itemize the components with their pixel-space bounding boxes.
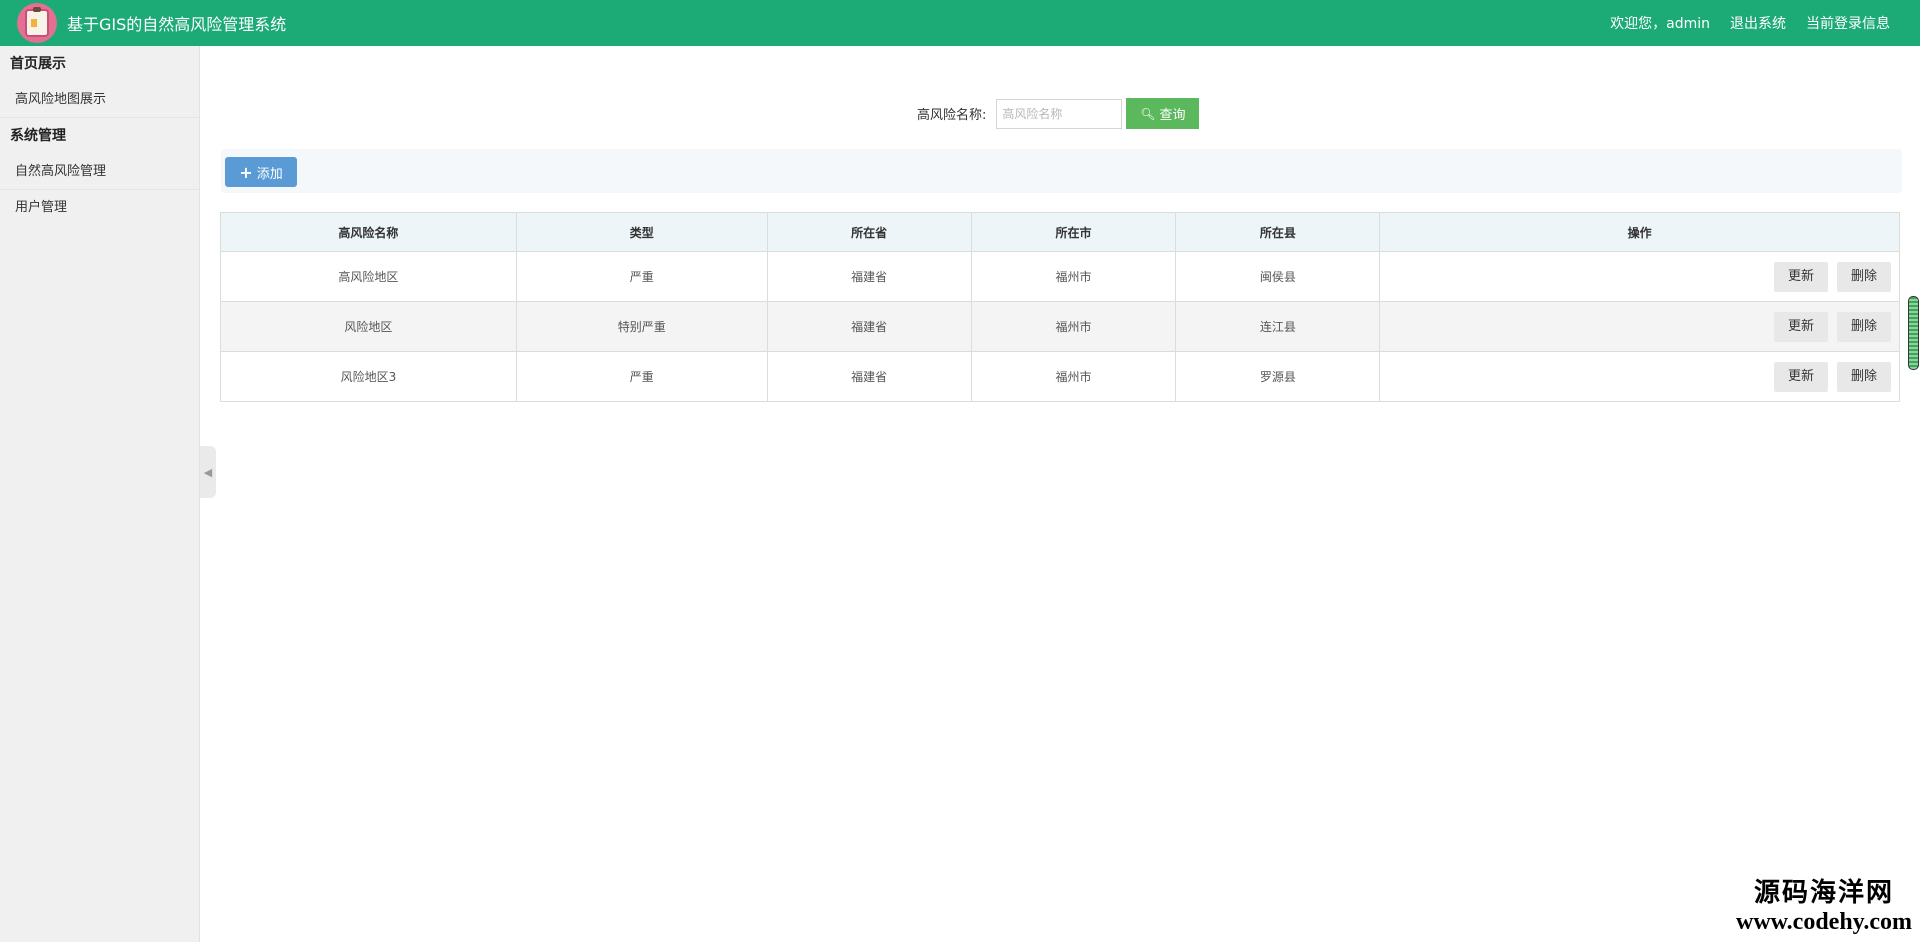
app-logo <box>17 3 57 43</box>
watermark: 源码海洋网 www.codehy.com <box>1736 872 1912 936</box>
table-row: 高风险地区 严重 福建省 福州市 闽侯县 更新 删除 <box>220 251 1900 302</box>
column-header-actions: 操作 <box>1379 212 1900 252</box>
column-header-city: 所在市 <box>970 212 1177 252</box>
cell-county: 连江县 <box>1175 301 1381 352</box>
vertical-scrollbar[interactable] <box>1908 296 1919 370</box>
search-icon: 🔍︎ <box>1140 106 1156 121</box>
cell-province: 福建省 <box>766 251 972 302</box>
cell-county: 罗源县 <box>1175 351 1381 402</box>
search-button-label: 查询 <box>1159 107 1186 122</box>
column-header-province: 所在省 <box>766 212 972 252</box>
plus-icon: + <box>239 162 253 182</box>
cell-type: 严重 <box>515 351 768 402</box>
column-header-county: 所在县 <box>1175 212 1381 252</box>
search-bar: 高风险名称: 🔍︎ 查询 <box>917 98 1200 129</box>
update-button[interactable]: 更新 <box>1774 261 1828 292</box>
add-button[interactable]: + 添加 <box>225 157 297 187</box>
search-button[interactable]: 🔍︎ 查询 <box>1126 98 1200 129</box>
sidebar: 首页展示 高风险地图展示 系统管理 自然高风险管理 用户管理 <box>0 46 200 942</box>
cell-county: 闽侯县 <box>1175 251 1381 302</box>
app-title: 基于GIS的自然高风险管理系统 <box>67 15 287 34</box>
add-button-label: 添加 <box>256 166 283 182</box>
watermark-line2: www.codehy.com <box>1736 909 1912 935</box>
top-header: 基于GIS的自然高风险管理系统 欢迎您，admin 退出系统 当前登录信息 <box>0 0 1920 46</box>
sidebar-collapse-handle[interactable]: ◀ <box>200 446 216 498</box>
update-button[interactable]: 更新 <box>1774 361 1828 392</box>
cell-name: 风险地区 <box>220 301 517 352</box>
watermark-line1: 源码海洋网 <box>1753 878 1894 907</box>
risk-table: 高风险名称 类型 所在省 所在市 所在县 操作 高风险地区 严重 福建省 福州市… <box>220 212 1900 402</box>
sidebar-item-risk-map[interactable]: 高风险地图展示 <box>0 82 199 118</box>
cell-actions: 更新 删除 <box>1379 351 1900 402</box>
clipboard-icon <box>27 7 47 35</box>
table-row: 风险地区 特别严重 福建省 福州市 连江县 更新 删除 <box>220 301 1900 352</box>
cell-name: 高风险地区 <box>220 251 517 302</box>
update-button[interactable]: 更新 <box>1774 311 1828 342</box>
search-input[interactable] <box>996 98 1123 129</box>
cell-actions: 更新 删除 <box>1379 251 1900 302</box>
header-actions: 欢迎您，admin 退出系统 当前登录信息 <box>1590 0 1890 46</box>
delete-button[interactable]: 删除 <box>1837 361 1891 392</box>
table-row: 风险地区3 严重 福建省 福州市 罗源县 更新 删除 <box>220 351 1900 402</box>
column-header-name: 高风险名称 <box>220 212 517 252</box>
table-header-row: 高风险名称 类型 所在省 所在市 所在县 操作 <box>220 212 1900 252</box>
sidebar-item-user-management[interactable]: 用户管理 <box>0 190 199 225</box>
cell-name: 风险地区3 <box>220 351 517 402</box>
cell-province: 福建省 <box>766 301 972 352</box>
cell-actions: 更新 删除 <box>1379 301 1900 352</box>
search-label: 高风险名称: <box>917 108 987 123</box>
chevron-left-icon: ◀ <box>203 465 213 479</box>
delete-button[interactable]: 删除 <box>1837 261 1891 292</box>
cell-province: 福建省 <box>766 351 972 402</box>
delete-button[interactable]: 删除 <box>1837 311 1891 342</box>
sidebar-group-system[interactable]: 系统管理 <box>0 118 199 154</box>
table-toolbar: + 添加 <box>221 149 1902 193</box>
sidebar-group-home[interactable]: 首页展示 <box>0 46 199 82</box>
cell-city: 福州市 <box>970 301 1177 352</box>
column-header-type: 类型 <box>515 212 768 252</box>
current-login-info-link[interactable]: 当前登录信息 <box>1806 13 1890 33</box>
cell-type: 严重 <box>515 251 768 302</box>
cell-city: 福州市 <box>970 351 1177 402</box>
welcome-text: 欢迎您，admin <box>1610 16 1710 32</box>
logout-link[interactable]: 退出系统 <box>1730 13 1786 33</box>
cell-city: 福州市 <box>970 251 1177 302</box>
cell-type: 特别严重 <box>515 301 768 352</box>
sidebar-item-risk-management[interactable]: 自然高风险管理 <box>0 154 199 190</box>
